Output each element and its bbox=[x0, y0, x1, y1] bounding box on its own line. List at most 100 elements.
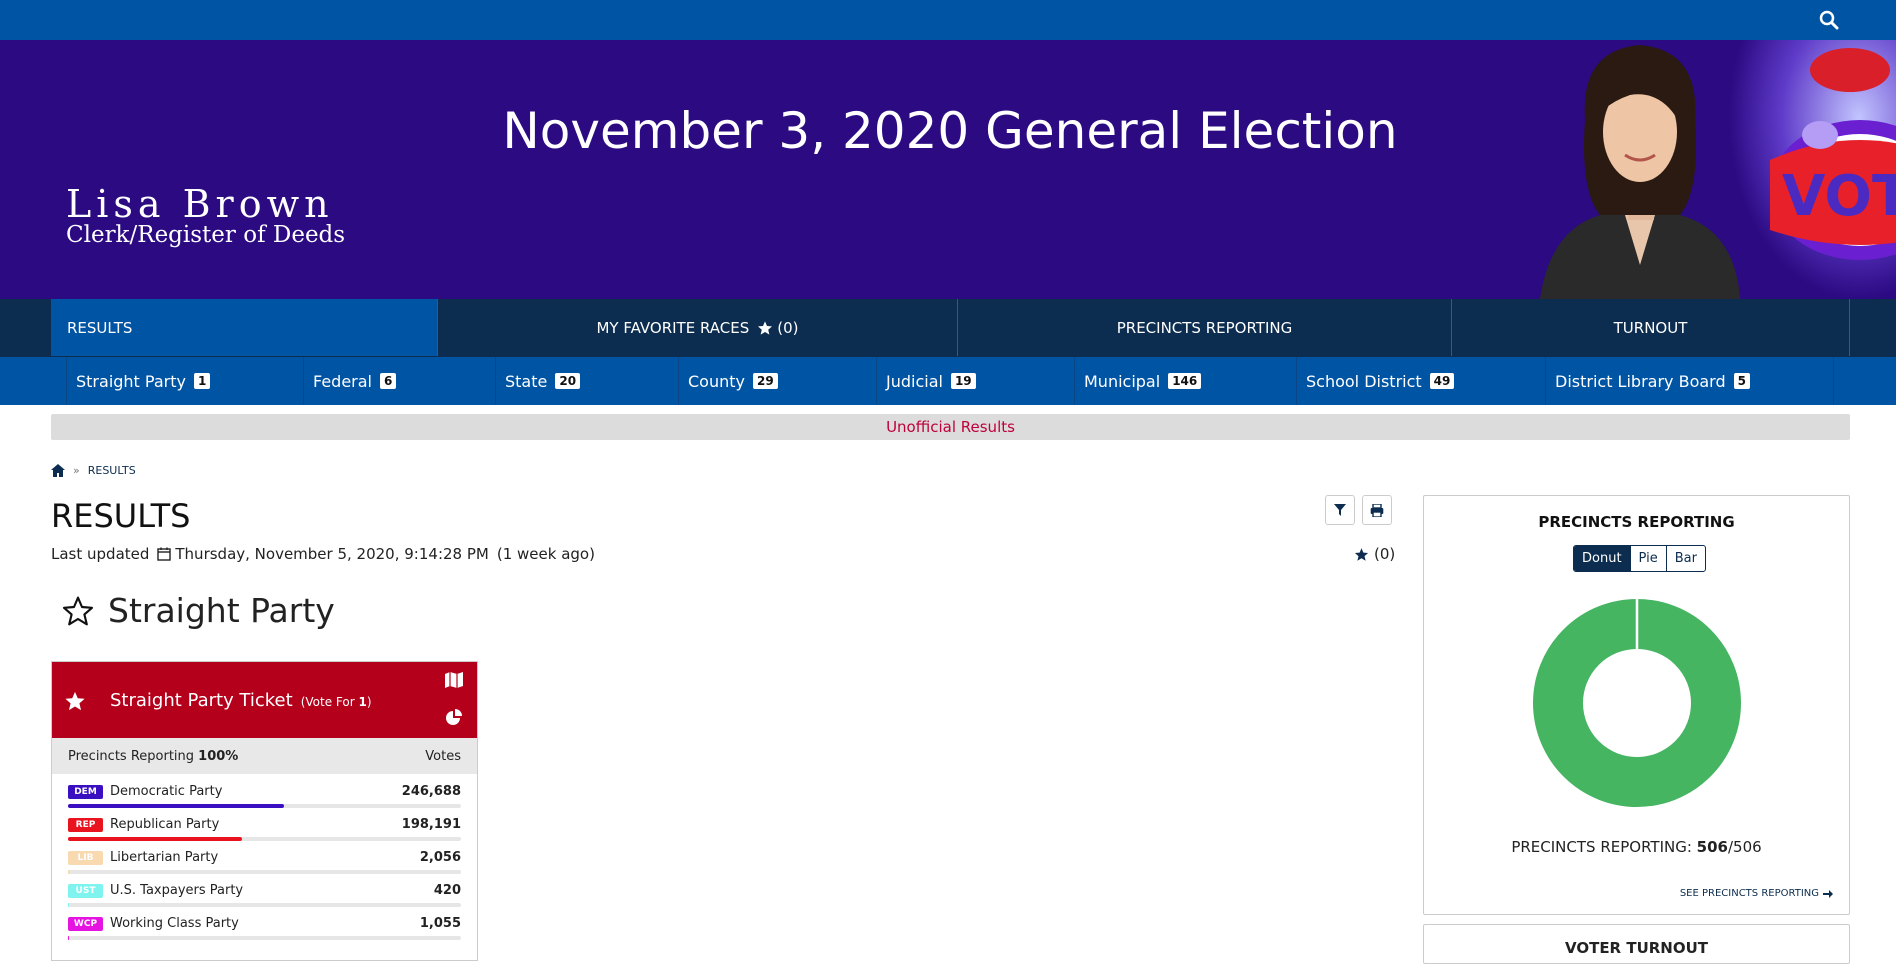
last-updated-value: Thursday, November 5, 2020, 9:14:28 PM bbox=[175, 545, 488, 563]
party-tag: LIB bbox=[68, 851, 103, 865]
category-municipal[interactable]: Municipal146 bbox=[1074, 357, 1296, 405]
favorites-count: (0) bbox=[1374, 545, 1395, 563]
turnout-panel-title: VOTER TURNOUT bbox=[1424, 925, 1849, 957]
vote-share-bar bbox=[68, 936, 69, 940]
breadcrumb: » RESULTS bbox=[51, 464, 136, 477]
candidate-votes: 198,191 bbox=[402, 817, 461, 832]
party-tag: DEM bbox=[68, 785, 103, 799]
category-count-badge: 1 bbox=[194, 373, 210, 389]
voter-turnout-panel: VOTER TURNOUT bbox=[1423, 924, 1850, 964]
search-icon[interactable] bbox=[1818, 9, 1840, 31]
chart-type-toggle: Donut Pie Bar bbox=[1573, 545, 1706, 572]
category-count-badge: 20 bbox=[555, 373, 580, 389]
race-card-subheader: Precincts Reporting 100% Votes bbox=[52, 738, 477, 774]
header-banner: November 3, 2020 General Election Lisa B… bbox=[0, 40, 1896, 299]
nav-turnout-label: TURNOUT bbox=[1614, 319, 1688, 337]
category-school-district[interactable]: School District49 bbox=[1296, 357, 1545, 405]
nav-precincts-reporting[interactable]: PRECINCTS REPORTING bbox=[958, 299, 1452, 356]
pie-chart-icon[interactable] bbox=[445, 709, 463, 727]
star-outline-icon[interactable] bbox=[62, 595, 94, 627]
party-tag: UST bbox=[68, 884, 103, 898]
race-title[interactable]: Straight Party Ticket (Vote For 1) bbox=[110, 690, 372, 711]
star-icon bbox=[757, 320, 773, 336]
candidate-row: WCPWorking Class Party1,055 bbox=[52, 906, 477, 939]
candidate-name[interactable]: Democratic Party bbox=[110, 784, 402, 799]
see-precincts-link[interactable]: SEE PRECINCTS REPORTING bbox=[1680, 888, 1833, 899]
favorite-star-icon[interactable] bbox=[64, 690, 86, 712]
category-district-library-board[interactable]: District Library Board 5 bbox=[1545, 357, 1834, 405]
precincts-count-total: /506 bbox=[1728, 838, 1762, 856]
category-federal[interactable]: Federal 6 bbox=[303, 357, 495, 405]
vote-for-prefix: (Vote For bbox=[301, 695, 359, 709]
top-bar bbox=[0, 0, 1896, 40]
candidate-row: UST U.S. Taxpayers Party420 bbox=[52, 873, 477, 906]
category-label: Straight Party bbox=[76, 372, 186, 391]
last-updated-label: Last updated bbox=[51, 545, 149, 563]
arrow-right-icon bbox=[1823, 889, 1833, 899]
candidate-row: REP Republican Party198,191 bbox=[52, 807, 477, 840]
category-label: Judicial bbox=[886, 372, 943, 391]
clerk-photo: VOTE bbox=[1530, 40, 1896, 299]
category-count-badge: 5 bbox=[1734, 373, 1750, 389]
star-icon bbox=[1354, 547, 1369, 562]
map-icon[interactable] bbox=[445, 672, 463, 688]
category-label: School District bbox=[1306, 372, 1422, 391]
nav-turnout[interactable]: TURNOUT bbox=[1452, 299, 1850, 356]
candidate-votes: 2,056 bbox=[420, 850, 461, 865]
section-title: Straight Party bbox=[108, 591, 335, 630]
candidate-row: DEM Democratic Party246,688 bbox=[52, 774, 477, 807]
chart-type-bar[interactable]: Bar bbox=[1666, 546, 1705, 571]
section-heading: Straight Party bbox=[62, 591, 335, 630]
category-judicial[interactable]: Judicial19 bbox=[876, 357, 1074, 405]
candidate-name[interactable]: Libertarian Party bbox=[110, 850, 420, 865]
candidate-votes: 246,688 bbox=[402, 784, 461, 799]
clerk-name: Lisa Brown bbox=[66, 182, 334, 226]
chart-type-donut[interactable]: Donut bbox=[1574, 546, 1630, 571]
vote-for-number: 1 bbox=[358, 695, 366, 709]
category-state[interactable]: State 20 bbox=[495, 357, 678, 405]
category-label: County bbox=[688, 372, 745, 391]
category-count-badge: 6 bbox=[380, 373, 396, 389]
last-updated: Last updated Thursday, November 5, 2020,… bbox=[51, 545, 595, 563]
filter-icon bbox=[1334, 504, 1346, 516]
category-label: Federal bbox=[313, 372, 372, 391]
precincts-donut-chart bbox=[1530, 596, 1744, 810]
filter-button[interactable] bbox=[1325, 495, 1355, 525]
unofficial-results-notice: Unofficial Results bbox=[51, 414, 1850, 440]
print-button[interactable] bbox=[1362, 495, 1392, 525]
clerk-title: Clerk/Register of Deeds bbox=[66, 222, 345, 248]
category-label: District Library Board bbox=[1555, 372, 1726, 391]
candidate-name[interactable]: Republican Party bbox=[110, 817, 402, 832]
category-label: State bbox=[505, 372, 547, 391]
race-card-header: Straight Party Ticket (Vote For 1) bbox=[52, 662, 477, 738]
calendar-icon bbox=[157, 547, 171, 561]
precincts-reporting-label: Precincts Reporting bbox=[68, 749, 194, 764]
nav-favorite-races[interactable]: MY FAVORITE RACES (0) bbox=[438, 299, 958, 356]
precincts-count-value: 506 bbox=[1697, 838, 1728, 856]
nav-results[interactable]: RESULTS bbox=[51, 299, 438, 356]
home-icon[interactable] bbox=[51, 464, 65, 477]
chart-type-pie[interactable]: Pie bbox=[1630, 546, 1666, 571]
category-straight-party[interactable]: Straight Party 1 bbox=[66, 357, 303, 405]
candidate-name[interactable]: U.S. Taxpayers Party bbox=[110, 883, 434, 898]
candidate-votes: 1,055 bbox=[420, 916, 461, 931]
candidate-name[interactable]: Working Class Party bbox=[110, 916, 420, 931]
category-county[interactable]: County29 bbox=[678, 357, 876, 405]
party-tag: REP bbox=[68, 818, 103, 832]
candidate-row: LIB Libertarian Party2,056 bbox=[52, 840, 477, 873]
nav-favorite-count: (0) bbox=[777, 319, 798, 337]
see-precincts-label: SEE PRECINCTS REPORTING bbox=[1680, 888, 1819, 899]
vote-sticker-text: VOTE bbox=[1782, 164, 1896, 229]
panel-title: PRECINCTS REPORTING bbox=[1424, 513, 1849, 531]
category-nav: Straight Party 1 Federal 6 State 20 County2… bbox=[0, 357, 1896, 405]
vote-share-track bbox=[68, 936, 461, 940]
page-title: RESULTS bbox=[51, 497, 190, 535]
vote-for: (Vote For 1) bbox=[301, 695, 372, 709]
breadcrumb-separator-icon: » bbox=[73, 464, 80, 477]
favorites-toggle[interactable]: (0) bbox=[1354, 545, 1395, 563]
race-name: Straight Party Ticket bbox=[110, 690, 293, 711]
race-card: Straight Party Ticket (Vote For 1) Precin… bbox=[51, 661, 478, 961]
breadcrumb-current[interactable]: RESULTS bbox=[88, 464, 136, 477]
main-nav: RESULTS MY FAVORITE RACES (0) PRECINCTS … bbox=[0, 299, 1896, 357]
candidate-votes: 420 bbox=[434, 883, 461, 898]
